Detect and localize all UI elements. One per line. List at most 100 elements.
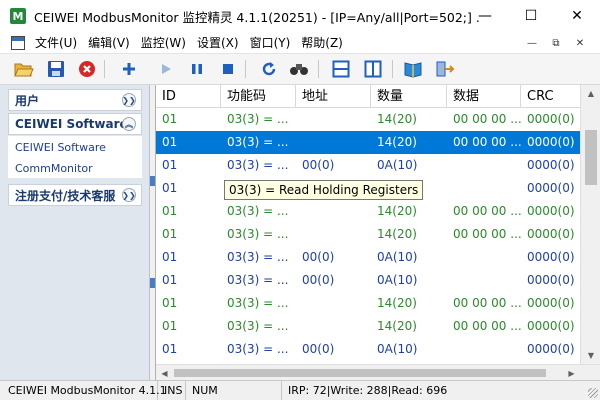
column-header-function[interactable]: 功能码	[221, 85, 296, 108]
sidebar-group-title: 注册支付/技术客服	[15, 188, 116, 203]
menu-help[interactable]: 帮助(Z)	[299, 34, 345, 51]
table-row[interactable]: 01 03(3) = ... 14(20) 00 00 00 ... 0000(0)	[156, 292, 580, 315]
status-bar: CEIWEI ModbusMonitor 4.1.1 INS NUM IRP: …	[0, 380, 600, 400]
menu-monitor[interactable]: 监控(W)	[139, 34, 188, 51]
cell-id: 01	[162, 250, 178, 264]
cell-id: 01	[162, 158, 178, 172]
table-row[interactable]: 01 03(3) = ... 14(20) 00 00 00 ... 0000(0)	[156, 108, 580, 131]
cell-crc: 0000(0)	[527, 342, 575, 356]
chevron-down-icon[interactable]: ❯❯	[122, 188, 136, 202]
scroll-left-icon[interactable]: ◀	[156, 365, 173, 381]
menu-settings[interactable]: 设置(X)	[195, 34, 241, 51]
cell-crc: 0000(0)	[527, 296, 575, 310]
cell-id: 01	[162, 342, 178, 356]
title-bar: M CEIWEI ModbusMonitor 监控精灵 4.1.1(20251)…	[0, 0, 600, 32]
cell-function: 03(3) = ...	[227, 112, 289, 126]
menu-window[interactable]: 窗口(Y)	[248, 34, 293, 51]
cell-crc: 0000(0)	[527, 273, 575, 287]
table-row[interactable]: 01 03(3) = ... 00(0) 0A(10) 0000(0)	[156, 269, 580, 292]
table-row[interactable]: 01 03(3) = ... 00(0) 0A(10) 0000(0)	[156, 154, 580, 177]
mdi-close-button[interactable]: ✕	[572, 36, 588, 50]
status-app-version: CEIWEI ModbusMonitor 4.1.1	[2, 381, 167, 400]
cell-quantity: 0A(10)	[377, 158, 418, 172]
book-icon[interactable]	[402, 58, 424, 80]
play-icon[interactable]	[155, 58, 177, 80]
stop-red-icon[interactable]	[76, 58, 98, 80]
toolbar-separator	[245, 60, 246, 78]
cell-function: 03(3) = ...	[227, 273, 289, 287]
column-header-id[interactable]: ID	[156, 85, 221, 108]
close-button[interactable]: ✕	[554, 0, 600, 32]
find-icon[interactable]	[288, 58, 310, 80]
cell-quantity: 14(20)	[377, 204, 417, 218]
column-header-crc[interactable]: CRC	[521, 85, 580, 108]
sidebar-link-commmonitor[interactable]: CommMonitor	[15, 162, 93, 175]
cell-crc: 0000(0)	[527, 181, 575, 195]
cell-function: 03(3) = ...	[227, 250, 289, 264]
scroll-down-icon[interactable]: ▼	[581, 347, 600, 364]
split-vertical-icon[interactable]	[362, 58, 384, 80]
minimize-button[interactable]: —	[462, 0, 508, 32]
cell-data	[447, 177, 521, 200]
cell-function: 03(3) = ...	[227, 342, 289, 356]
chevron-down-icon[interactable]: ❯❯	[122, 93, 136, 107]
sidebar-group-support[interactable]: 注册支付/技术客服 ❯❯	[8, 184, 142, 206]
vertical-scrollbar[interactable]: ▲ ▼	[580, 85, 600, 364]
table-row[interactable]: 01 03(3) = ... 00(0) 0A(10) 0000(0)	[156, 338, 580, 361]
table-body: 01 03(3) = ... 14(20) 00 00 00 ... 0000(0) 01…	[156, 108, 580, 364]
cell-data: 00 00 00 ...	[453, 227, 521, 241]
table-row[interactable]: 01 03(3) = ... 14(20) 00 00 00 ... 0000(0)	[156, 131, 580, 154]
chevron-up-icon[interactable]: ︽	[122, 117, 136, 131]
menu-bar: 文件(U) 编辑(V) 监控(W) 设置(X) 窗口(Y) 帮助(Z) — ⧉ …	[0, 32, 600, 54]
cell-data: 00 00 00 ...	[453, 296, 521, 310]
mdi-restore-button[interactable]: ⧉	[548, 36, 564, 50]
cell-crc: 0000(0)	[527, 112, 575, 126]
cell-id: 01	[162, 112, 178, 126]
scroll-right-icon[interactable]: ▶	[563, 365, 580, 381]
table-row[interactable]: 01 03(3) = ... 14(20) 00 00 00 ... 0000(0)	[156, 223, 580, 246]
cell-id: 01	[162, 319, 178, 333]
scroll-up-icon[interactable]: ▲	[581, 85, 600, 102]
cell-data: 00 00 00 ...	[453, 135, 521, 149]
toolbar	[0, 54, 600, 85]
save-icon[interactable]	[45, 58, 67, 80]
table-row[interactable]: 01 03(3) = ... 00(0) 0A(10) 0000(0)	[156, 246, 580, 269]
cell-address	[296, 292, 371, 315]
cell-id: 01	[162, 181, 178, 195]
cell-address	[296, 108, 371, 131]
menu-edit[interactable]: 编辑(V)	[86, 34, 132, 51]
column-header-quantity[interactable]: 数量	[371, 85, 447, 108]
refresh-icon[interactable]	[258, 58, 280, 80]
cell-data	[447, 269, 521, 292]
pause-icon[interactable]	[186, 58, 208, 80]
add-icon[interactable]	[118, 58, 140, 80]
cell-address: 00(0)	[302, 158, 335, 172]
horizontal-scrollbar[interactable]: ◀ ▶	[156, 364, 600, 380]
scroll-thumb[interactable]	[174, 369, 546, 377]
resize-grip[interactable]	[588, 388, 598, 398]
cell-quantity: 0A(10)	[377, 250, 418, 264]
sidebar-group-ceiwei[interactable]: CEIWEI Software ︽	[8, 113, 142, 135]
menu-file[interactable]: 文件(U)	[33, 34, 79, 51]
split-horizontal-icon[interactable]	[330, 58, 352, 80]
cell-address	[296, 200, 371, 223]
column-header-address[interactable]: 地址	[296, 85, 371, 108]
maximize-button[interactable]: ☐	[508, 0, 554, 32]
open-folder-icon[interactable]	[13, 58, 35, 80]
stop-icon[interactable]	[217, 58, 239, 80]
cell-crc: 0000(0)	[527, 250, 575, 264]
exit-icon[interactable]	[434, 58, 456, 80]
document-icon[interactable]	[11, 35, 25, 50]
table-row[interactable]: 01 03(3) = ... 14(20) 00 00 00 ... 0000(0)	[156, 200, 580, 223]
cell-function: 03(3) = ...	[227, 227, 289, 241]
scroll-thumb[interactable]	[585, 130, 597, 185]
table-row[interactable]: 01 03(3) = ... 14(20) 00 00 00 ... 0000(0)	[156, 315, 580, 338]
sidebar-link-ceiwei-software[interactable]: CEIWEI Software	[15, 141, 106, 154]
cell-quantity: 0A(10)	[377, 273, 418, 287]
cell-address	[296, 131, 371, 154]
column-header-data[interactable]: 数据	[447, 85, 521, 108]
mdi-minimize-button[interactable]: —	[524, 36, 540, 50]
cell-id: 01	[162, 204, 178, 218]
sidebar-group-user[interactable]: 用户 ❯❯	[8, 89, 142, 111]
cell-function: 03(3) = ...	[227, 158, 289, 172]
